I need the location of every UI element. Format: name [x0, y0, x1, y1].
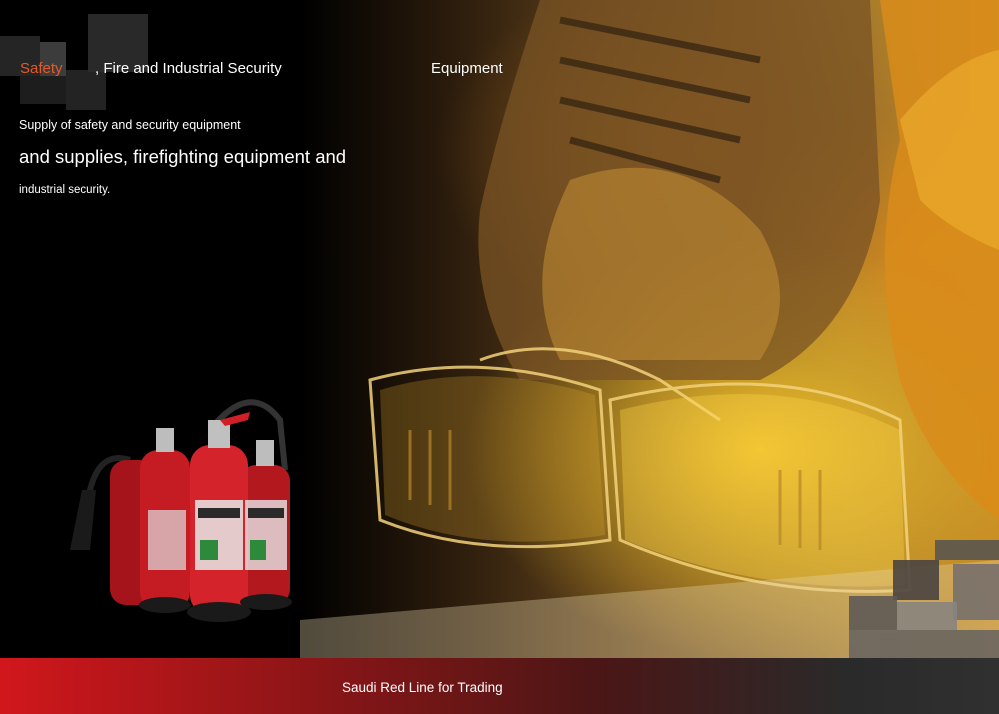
footer-bar: Saudi Red Line for Trading — [0, 658, 999, 714]
title-safety-word: Safety — [20, 60, 63, 77]
title-equipment-word: Equipment — [431, 60, 503, 77]
company-name: Saudi Red Line for Trading — [342, 680, 503, 695]
description-line-2: and supplies, firefighting equipment and — [19, 146, 347, 167]
fire-extinguishers-image — [70, 399, 292, 622]
title-fire-industrial: , Fire and Industrial Security — [95, 60, 282, 77]
description-line-3: industrial security. — [19, 184, 111, 196]
checker-pattern-bottom-right — [849, 540, 999, 670]
description-line-1: Supply of safety and security equipment — [19, 118, 241, 132]
brochure-page: Safety , Fire and Industrial Security Eq… — [0, 0, 999, 714]
